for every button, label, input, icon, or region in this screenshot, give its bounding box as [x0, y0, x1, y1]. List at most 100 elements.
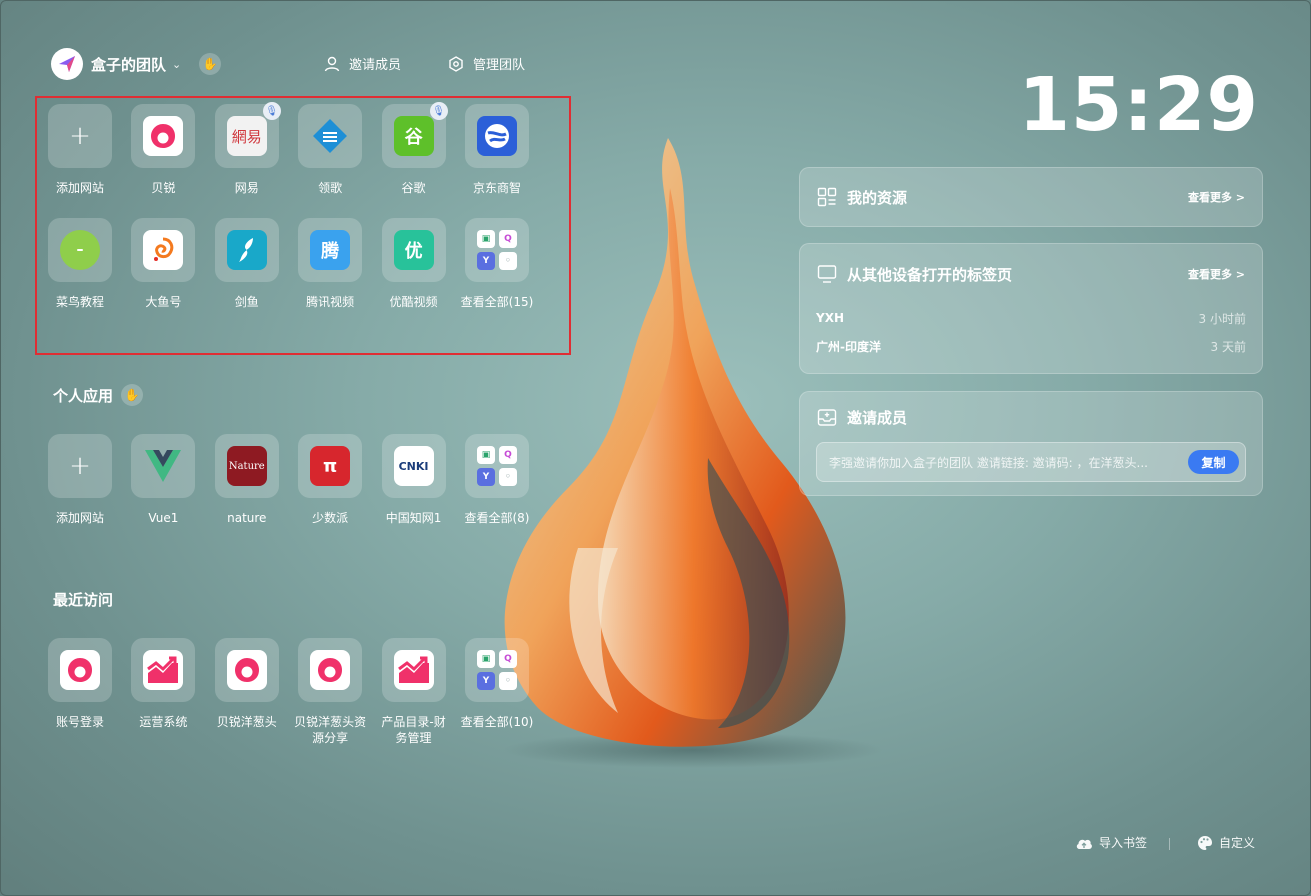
my-resources-card[interactable]: 我的资源 查看更多 >	[799, 167, 1263, 227]
manage-team-button[interactable]: 管理团队	[447, 54, 525, 73]
device-row[interactable]: 广州-印度洋 3 天前	[800, 332, 1262, 360]
other-devices-title: 从其他设备打开的标签页	[847, 265, 1013, 284]
team-switcher[interactable]: 盒子的团队 ⌄ ✋	[51, 48, 222, 80]
footer-divider	[1169, 838, 1170, 850]
personal-apps-grid: + 添加网站 Vue1 Nature nature π 少数派 CNKI 中国知网1 ▣ Q Y ◦ 查看…	[48, 434, 548, 526]
site-label: 剑鱼	[234, 295, 259, 309]
import-bookmarks-button[interactable]: 导入书签	[1075, 834, 1147, 851]
team-logo	[51, 48, 83, 80]
site-label: 大鱼号	[145, 295, 182, 309]
cnki-icon: CNKI	[381, 434, 446, 498]
site-tile[interactable]: 剑鱼	[214, 218, 279, 310]
beirui-icon	[48, 638, 112, 702]
site-label: 京东商智	[472, 181, 521, 195]
site-label: 菜鸟教程	[55, 295, 104, 309]
site-label: 中国知网1	[385, 511, 442, 525]
view-all-icon: ▣ Q Y ◦	[464, 434, 529, 498]
chart-up-icon	[381, 638, 446, 702]
my-resources-title: 我的资源	[847, 188, 908, 207]
drag-hand-icon[interactable]: ✋	[121, 384, 144, 406]
jd-icon	[464, 104, 529, 168]
site-tile[interactable]: 贝锐	[131, 104, 196, 196]
site-label: 领歌	[318, 181, 343, 195]
site-label: 运营系统	[139, 715, 188, 729]
site-tile[interactable]: 账号登录	[48, 638, 112, 746]
copy-button[interactable]: 复制	[1188, 450, 1239, 474]
site-tile[interactable]: CNKI 中国知网1	[381, 434, 446, 526]
site-tile[interactable]: 大鱼号	[131, 218, 196, 310]
drag-hand-icon[interactable]: ✋	[199, 53, 222, 75]
invite-card: 邀请成员 李强邀请你加入盒子的团队 邀请链接: 邀请码: ，在洋葱头... 复制	[799, 391, 1263, 496]
sspai-icon: π	[298, 434, 363, 498]
dayu-icon	[131, 218, 196, 282]
site-label: 贝锐洋葱头资源分享	[294, 715, 367, 745]
site-tile[interactable]: 运营系统	[131, 638, 196, 746]
tencent-video-icon: 腾	[298, 218, 363, 282]
invite-member-button[interactable]: 邀请成员	[323, 54, 401, 73]
site-tile[interactable]: ▣ Q Y ◦ 查看全部(10)	[461, 638, 533, 746]
site-tile[interactable]: ▣ Q Y ◦ 查看全部(8)	[464, 434, 530, 526]
beirui-icon	[131, 104, 196, 168]
site-label: 谷歌	[401, 181, 426, 195]
lingge-icon	[298, 104, 363, 168]
site-tile[interactable]: 京东商智	[464, 104, 529, 196]
site-tile[interactable]: + 添加网站	[48, 104, 112, 196]
microphone-icon: 🎙	[262, 102, 281, 120]
resources-more-link[interactable]: 查看更多 >	[1188, 189, 1245, 205]
view-all-icon: ▣ Q Y ◦	[464, 638, 529, 702]
site-label: 账号登录	[55, 715, 104, 729]
device-row[interactable]: YXH 3 小时前	[800, 304, 1262, 332]
microphone-icon: 🎙	[429, 102, 448, 120]
site-tile[interactable]: 贝锐洋葱头资源分享	[294, 638, 366, 746]
invite-link-field[interactable]: 李强邀请你加入盒子的团队 邀请链接: 邀请码: ，在洋葱头... 复制	[816, 442, 1246, 482]
recent-visits-grid: 账号登录 运营系统 贝锐洋葱头 贝锐洋葱头资源分享 产品目录-财务管理 ▣ Q Y ◦ 查看全部(…	[48, 638, 548, 746]
site-tile[interactable]: + 添加网站	[48, 434, 112, 526]
site-label: 添加网站	[55, 511, 104, 525]
cloud-upload-icon	[1076, 839, 1092, 849]
site-tile[interactable]: 产品目录-财务管理	[381, 638, 446, 746]
site-tile[interactable]: π 少数派	[298, 434, 363, 526]
site-tile[interactable]: 优优酷视频	[381, 218, 446, 310]
jianyu-icon	[214, 218, 279, 282]
palette-icon	[1198, 835, 1212, 850]
paper-plane-icon	[59, 56, 75, 72]
gu-icon: 谷 🎙	[381, 102, 448, 168]
customize-button[interactable]: 自定义	[1197, 834, 1255, 851]
site-tile[interactable]: 领歌	[298, 104, 363, 196]
site-label: 贝锐	[151, 181, 176, 195]
site-label: 产品目录-财务管理	[381, 715, 446, 745]
team-name: 盒子的团队	[91, 55, 167, 74]
grid-icon	[817, 187, 837, 207]
plus-icon: +	[48, 434, 112, 498]
other-devices-more-link[interactable]: 查看更多 >	[1188, 266, 1245, 282]
site-label: 添加网站	[55, 181, 104, 195]
runoob-icon	[48, 218, 112, 282]
site-label: 贝锐洋葱头	[216, 715, 277, 729]
gear-icon	[449, 55, 463, 72]
beirui-icon	[298, 638, 363, 702]
site-label: nature	[227, 511, 267, 525]
site-tile[interactable]: 谷 🎙 谷歌	[381, 102, 448, 196]
site-tile[interactable]: 腾腾讯视频	[298, 218, 363, 310]
inbox-add-icon	[817, 409, 837, 426]
site-label: Vue1	[148, 511, 179, 525]
site-tile[interactable]: 菜鸟教程	[48, 218, 112, 310]
other-devices-card: 从其他设备打开的标签页 查看更多 > YXH 3 小时前 广州-印度洋 3 天前	[799, 243, 1263, 374]
site-tile[interactable]: Nature nature	[214, 434, 279, 526]
monitor-icon	[817, 265, 837, 283]
site-tile[interactable]: 贝锐洋葱头	[214, 638, 279, 746]
user-icon	[324, 56, 340, 71]
vue-icon	[131, 434, 196, 498]
site-label: 查看全部(8)	[464, 511, 530, 525]
personal-apps-title: 个人应用 ✋	[53, 384, 144, 406]
nature-icon: Nature	[214, 434, 279, 498]
chart-up-icon	[131, 638, 196, 702]
site-label: 腾讯视频	[306, 295, 355, 309]
site-label: 查看全部(10)	[460, 715, 534, 729]
site-tile[interactable]: ▣ Q Y ◦ 查看全部(15)	[461, 218, 533, 310]
chevron-down-icon: ⌄	[172, 57, 182, 71]
site-tile[interactable]: Vue1	[131, 434, 196, 526]
site-label: 查看全部(15)	[460, 295, 534, 309]
site-tile[interactable]: 網易 🎙 网易	[214, 102, 281, 196]
site-label: 优酷视频	[389, 295, 438, 309]
